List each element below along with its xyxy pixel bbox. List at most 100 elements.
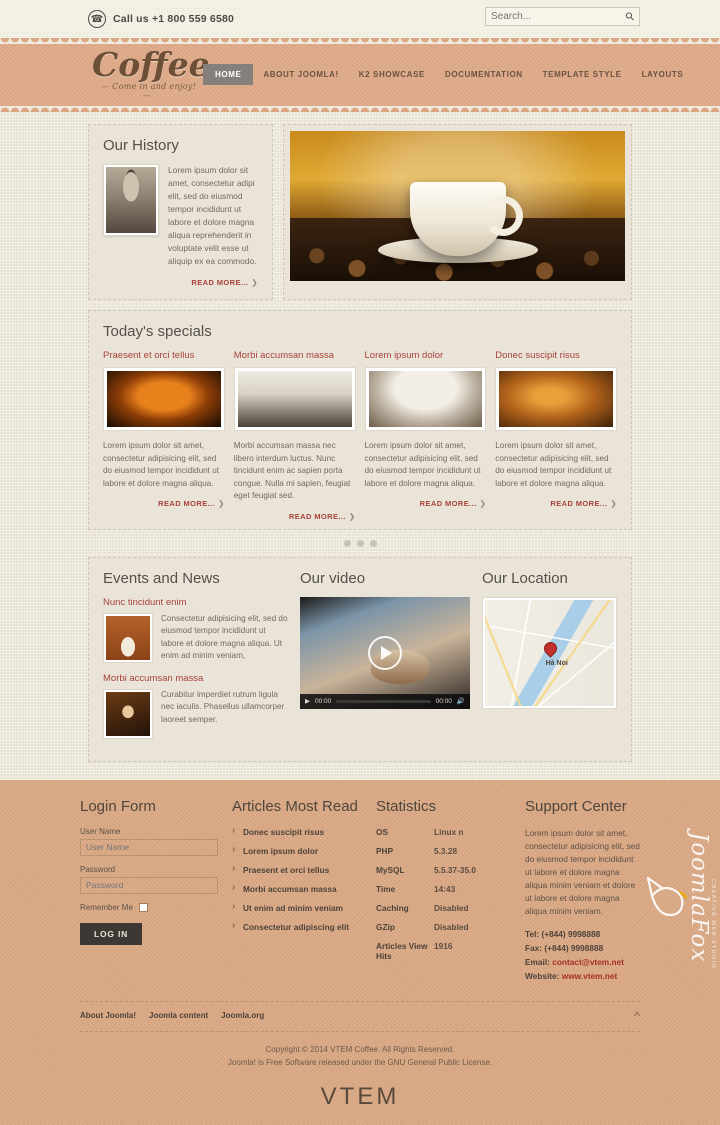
support-email-row: Email: contact@vtem.net [525,957,640,971]
username-input[interactable] [80,838,218,856]
chevron-right-icon: ❯ [348,511,356,521]
bottom-three-panel: Events and News Nunc tincidunt enim Cons… [88,556,632,762]
support-email-link[interactable]: contact@vtem.net [552,957,624,967]
nav-item-layouts[interactable]: LAYOUTS [632,64,694,85]
article-list-item[interactable]: Morbi accumsan massa [232,882,362,903]
login-button[interactable]: LOG IN [80,922,143,945]
carousel-dot[interactable] [343,539,351,547]
vtem-logo[interactable]: VTEM [80,1073,640,1125]
site-logo[interactable]: Coffee Come in and enjoy! [92,47,210,101]
carousel-dot[interactable] [369,539,377,547]
support-fax: Fax: (+844) 9998888 [525,942,604,953]
news-item-thumbnail [103,612,153,663]
carousel-dots [0,539,720,547]
footer-link-joomla-content[interactable]: Joomla content [149,1011,208,1020]
special-title[interactable]: Praesent et orci tellus [103,350,225,361]
news-item-title[interactable]: Morbi accumsan massa [103,673,288,684]
stat-key: PHP [376,845,394,856]
nav-item-documentation[interactable]: DOCUMENTATION [435,64,533,85]
news-item[interactable]: Morbi accumsan massa Curabitur imperdiet… [103,673,288,739]
nav-item-about-joomla[interactable]: ABOUT JOOMLA! [253,64,348,85]
footer-link-about-joomla[interactable]: About Joomla! [80,1011,136,1020]
special-card[interactable]: Donec suscipit risus Lorem ipsum dolor s… [495,350,617,521]
location-map[interactable]: Hà Noi [482,596,617,709]
statistics-row: Articles View Hits 1916 [376,941,511,970]
specials-title: Today's specials [103,323,212,340]
article-list-item[interactable]: Consectetur adipiscing elit [232,920,362,941]
support-tel: Tel: (+844) 9998888 [525,928,601,939]
article-list-item[interactable]: Donec suscipit risus [232,825,362,846]
video-controls-bar[interactable]: ▶ 00:00 00:00 🔊 [300,693,470,709]
article-list-item[interactable]: Ut enim ad minim veniam [232,901,362,922]
news-item[interactable]: Nunc tincidunt enim Consectetur adipisic… [103,597,288,663]
history-read-more-link[interactable]: READ MORE... ❯ [103,278,258,287]
carousel-dot-active[interactable] [356,539,364,547]
remember-me-checkbox[interactable] [138,902,148,912]
play-button-icon[interactable]: ▶ [305,697,310,705]
map-city-label: Hà Noi [545,659,568,667]
copyright-line-2: Joomla! is Free Software released under … [227,1057,493,1067]
special-text: Lorem ipsum dolor sit amet, consectetur … [103,441,220,488]
special-title[interactable]: Donec suscipit risus [495,350,617,361]
special-read-more-link[interactable]: READ MORE... ❯ [103,499,225,508]
search-input[interactable] [491,11,626,22]
special-read-more-link[interactable]: READ MORE... ❯ [495,499,617,508]
support-website-row: Website: www.vtem.net [525,971,640,985]
stat-value: 14:43 [434,883,456,894]
video-progress-slider[interactable] [336,699,431,703]
stat-value: Disabled [434,902,469,913]
special-title[interactable]: Lorem ipsum dolor [365,350,487,361]
special-image [103,367,225,431]
hero-coffee-photo [290,131,625,281]
stat-key: MySQL [376,864,405,875]
map-pin-icon[interactable] [541,639,561,658]
username-label: User Name [80,826,121,836]
special-title[interactable]: Morbi accumsan massa [234,350,356,361]
search-box[interactable]: ⚲ [485,7,640,26]
nav-item-home[interactable]: HOME [203,64,254,85]
password-input[interactable] [80,876,218,894]
chevron-right-icon: ❯ [479,499,487,508]
play-icon[interactable] [368,635,402,670]
stat-key: OS [376,826,388,837]
site-header: Coffee Come in and enjoy! HOME ABOUT JOO… [0,38,720,112]
special-card[interactable]: Praesent et orci tellus Lorem ipsum dolo… [103,350,225,521]
news-item-title[interactable]: Nunc tincidunt enim [103,597,288,608]
special-text: Morbi accumsan massa nec libero interdum… [233,441,351,500]
todays-specials-panel: Today's specials Praesent et orci tellus… [88,310,632,530]
login-form-column: Login Form User Name Password Remember M… [80,798,218,985]
article-list-item[interactable]: Praesent et orci tellus [232,863,362,884]
watermark-name: JoomlaFox [686,831,712,962]
events-news-title: Events and News [103,569,220,587]
footer-columns: Login Form User Name Password Remember M… [80,798,640,985]
footer-link-joomla-org[interactable]: Joomla.org [221,1011,264,1020]
special-card[interactable]: Morbi accumsan massa Morbi accumsan mass… [233,350,356,521]
video-total-time: 00:00 [435,697,452,705]
our-video-column: Our video ▶ 00:00 00:00 🔊 [300,570,470,749]
login-form-title: Login Form [80,797,156,815]
events-and-news-column: Events and News Nunc tincidunt enim Cons… [103,570,288,749]
special-read-more-link[interactable]: READ MORE... ❯ [234,512,356,521]
video-current-time: 00:00 [315,697,332,705]
our-history-panel: Our History Lorem ipsum dolor sit amet, … [88,124,273,300]
volume-icon[interactable]: 🔊 [457,697,465,705]
article-list-item[interactable]: Lorem ipsum dolor [232,844,362,865]
hero-image-panel [283,124,632,300]
video-player[interactable]: ▶ 00:00 00:00 🔊 [300,596,470,709]
call-us-text: Call us +1 800 559 6580 [113,13,235,25]
chevron-up-icon[interactable]: ^ [634,1009,640,1023]
history-text: Lorem ipsum dolor sit amet, consectetur … [168,165,257,266]
our-video-title: Our video [300,569,366,587]
support-text: Lorem ipsum dolor sit amet, consectetur … [525,827,640,916]
nav-item-template-style[interactable]: TEMPLATE STYLE [533,64,632,85]
main-content: Our History Lorem ipsum dolor sit amet, … [0,112,720,780]
support-website-link[interactable]: www.vtem.net [562,971,617,981]
stat-value: 5.3.28 [434,845,458,856]
nav-item-k2-showcase[interactable]: K2 SHOWCASE [349,64,435,85]
history-portrait-image [103,164,159,236]
special-read-more-link[interactable]: READ MORE... ❯ [365,499,487,508]
statistics-column: Statistics OS Linux n PHP 5.3.28 MySQL 5.5.… [376,798,511,985]
statistics-row: MySQL 5.5.37-35.0 [376,865,511,884]
footer-bottom: About Joomla! Joomla content Joomla.org … [80,1000,640,1125]
special-card[interactable]: Lorem ipsum dolor Lorem ipsum dolor sit … [364,350,487,521]
